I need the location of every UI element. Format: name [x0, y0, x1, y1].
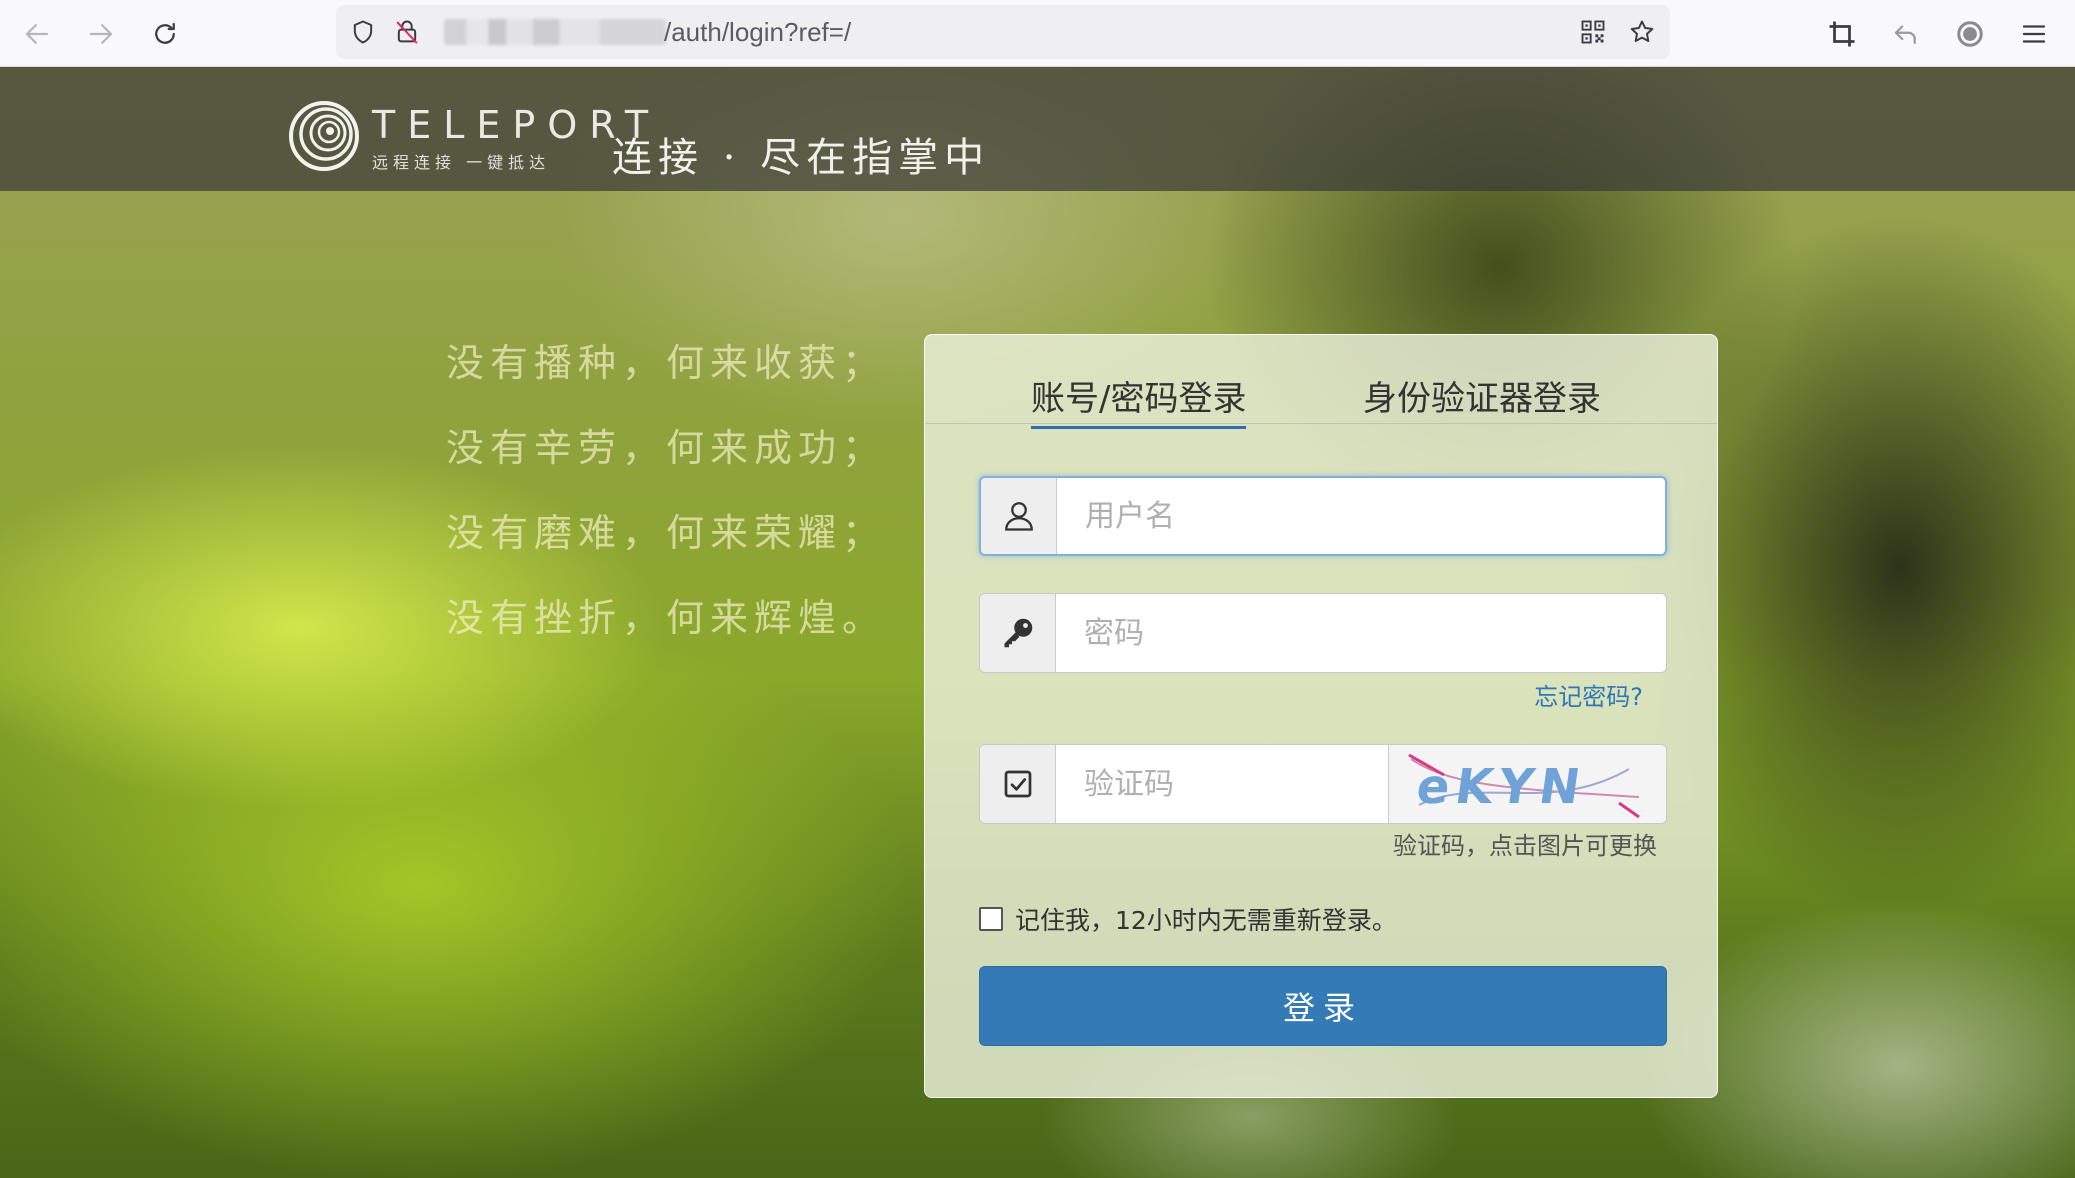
extension-icon[interactable] [1950, 14, 1990, 54]
undo-icon[interactable] [1886, 14, 1926, 54]
address-bar[interactable]: /auth/login?ref=/ [336, 5, 1670, 59]
reload-icon[interactable] [145, 14, 185, 54]
login-card: 账号/密码登录 身份验证器登录 忘记密码? [924, 334, 1718, 1098]
crop-icon[interactable] [1822, 14, 1862, 54]
remember-me[interactable]: 记住我，12小时内无需重新登录。 [979, 901, 1397, 937]
shield-icon[interactable] [348, 17, 378, 47]
site-header: TELEPORT 远程连接 一键抵达 连接 · 尽在指掌中 [0, 67, 2075, 191]
url-redacted-host [444, 19, 666, 45]
checkbox-checked-icon [980, 745, 1056, 823]
key-icon [980, 594, 1056, 672]
lock-slash-icon[interactable] [392, 17, 422, 47]
poem-line: 没有辛劳，何来成功； [446, 426, 887, 470]
login-page: TELEPORT 远程连接 一键抵达 连接 · 尽在指掌中 没有播种，何来收获；… [0, 67, 2075, 1178]
forward-icon[interactable] [81, 14, 121, 54]
captcha-image[interactable]: eKYN [1388, 745, 1666, 823]
back-icon[interactable] [17, 14, 57, 54]
url-text: /auth/login?ref=/ [664, 17, 852, 47]
logo-tagline: 远程连接 一键抵达 [372, 153, 551, 172]
poem-line: 没有播种，何来收获； [446, 341, 887, 385]
remember-label: 记住我，12小时内无需重新登录。 [1015, 906, 1397, 935]
login-button[interactable]: 登录 [979, 966, 1667, 1046]
login-tabs: 账号/密码登录 身份验证器登录 [925, 335, 1717, 429]
captcha-input[interactable] [1056, 745, 1388, 823]
poem-text: 没有播种，何来收获； 没有辛劳，何来成功； 没有磨难，何来荣耀； 没有挫折，何来… [446, 332, 886, 672]
menu-icon[interactable] [2014, 14, 2054, 54]
poem-line: 没有磨难，何来荣耀； [446, 511, 887, 555]
captcha-field: eKYN [979, 744, 1667, 824]
captcha-hint: 验证码，点击图片可更换 [1393, 832, 1657, 860]
username-input[interactable] [1057, 478, 1665, 554]
tab-authenticator-login[interactable]: 身份验证器登录 [1363, 371, 1601, 420]
poem-line: 没有挫折，何来辉煌。 [446, 596, 887, 640]
password-input[interactable] [1056, 594, 1666, 672]
star-icon[interactable] [1627, 17, 1657, 47]
teleport-logo-icon [289, 101, 359, 171]
tab-password-login[interactable]: 账号/密码登录 [1031, 371, 1247, 429]
remember-checkbox[interactable] [979, 907, 1003, 931]
user-icon [981, 478, 1057, 554]
site-slogan: 连接 · 尽在指掌中 [612, 135, 991, 181]
password-field [979, 593, 1667, 673]
captcha-text: eKYN [1413, 759, 1589, 815]
username-field [979, 476, 1667, 556]
forgot-password-link[interactable]: 忘记密码? [1534, 677, 1643, 712]
qr-code-icon[interactable] [1578, 17, 1608, 47]
browser-toolbar: /auth/login?ref=/ [0, 0, 2075, 67]
